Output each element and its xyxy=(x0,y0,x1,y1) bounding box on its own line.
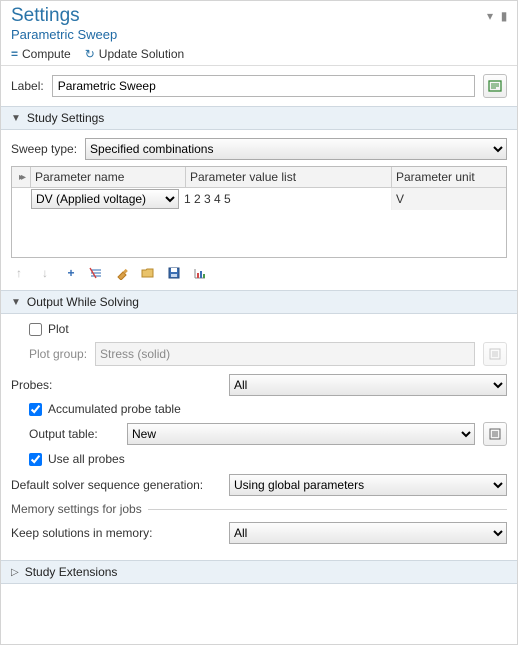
refresh-icon: ↻ xyxy=(85,47,95,61)
save-icon[interactable] xyxy=(167,266,183,280)
section-title-output: Output While Solving xyxy=(27,295,139,309)
plot-group-settings-button xyxy=(483,342,507,366)
memory-settings-header: Memory settings for jobs xyxy=(11,502,507,516)
parameter-table: ▸▸ Parameter name Parameter value list P… xyxy=(11,166,507,258)
panel-title-row: Settings ▾ ▮ xyxy=(1,1,517,27)
param-unit-cell[interactable]: V xyxy=(391,188,506,210)
settings-panel: Settings ▾ ▮ Parametric Sweep = Compute … xyxy=(0,0,518,645)
param-name-select[interactable]: DV (Applied voltage) xyxy=(31,189,179,209)
label-tag-button[interactable] xyxy=(483,74,507,98)
parameter-table-header: ▸▸ Parameter name Parameter value list P… xyxy=(12,167,506,188)
output-table-select[interactable]: New xyxy=(127,423,475,445)
use-all-probes-checkbox[interactable] xyxy=(29,453,42,466)
section-body-output: Plot Plot group: Stress (solid) Probes: … xyxy=(1,314,517,560)
table-select-all-icon[interactable]: ▸▸ xyxy=(12,167,31,187)
compute-button[interactable]: = Compute xyxy=(11,47,71,61)
panel-pin-icon[interactable]: ▮ xyxy=(499,9,509,23)
col-parameter-name[interactable]: Parameter name xyxy=(31,167,186,187)
section-header-output[interactable]: ▼ Output While Solving xyxy=(1,290,517,314)
section-title-extensions: Study Extensions xyxy=(25,565,118,579)
compute-icon: = xyxy=(11,47,18,61)
keep-solutions-label: Keep solutions in memory: xyxy=(11,526,221,540)
section-body-study: Sweep type: Specified combinations ▸▸ Pa… xyxy=(1,130,517,290)
output-table-label: Output table: xyxy=(29,427,119,441)
accumulated-probe-checkbox[interactable] xyxy=(29,403,42,416)
plot-group-select: Stress (solid) xyxy=(95,342,475,366)
tag-icon xyxy=(488,79,502,93)
sweep-type-select-wrap: Specified combinations xyxy=(85,138,507,160)
plot-label: Plot xyxy=(48,322,69,336)
clear-table-icon[interactable] xyxy=(115,266,131,280)
expand-icon: ▷ xyxy=(11,567,19,578)
label-label: Label: xyxy=(11,79,44,93)
memory-settings-label: Memory settings for jobs xyxy=(11,502,142,516)
col-parameter-values[interactable]: Parameter value list xyxy=(186,167,392,187)
sweep-type-select[interactable]: Specified combinations xyxy=(85,138,507,160)
section-header-extensions[interactable]: ▷ Study Extensions xyxy=(1,560,517,584)
section-header-study-settings[interactable]: ▼ Study Settings xyxy=(1,106,517,130)
panel-tools: ▾ ▮ xyxy=(485,9,509,23)
delete-row-icon[interactable] xyxy=(89,266,105,280)
label-input[interactable] xyxy=(52,75,475,97)
use-all-probes-label: Use all probes xyxy=(48,452,125,466)
keep-solutions-select[interactable]: All xyxy=(229,522,507,544)
collapse-icon: ▼ xyxy=(11,113,21,124)
probes-label: Probes: xyxy=(11,378,221,392)
move-up-icon: ↑ xyxy=(11,266,27,280)
default-solver-select[interactable]: Using global parameters xyxy=(229,474,507,496)
plot-group-label: Plot group: xyxy=(29,347,87,361)
probes-select[interactable]: All xyxy=(229,374,507,396)
collapse-icon: ▼ xyxy=(11,297,21,308)
plot-checkbox[interactable] xyxy=(29,323,42,336)
panel-menu-icon[interactable]: ▾ xyxy=(485,9,495,23)
move-down-icon: ↓ xyxy=(37,266,53,280)
col-parameter-unit[interactable]: Parameter unit xyxy=(392,167,506,187)
param-values-cell[interactable]: 1 2 3 4 5 xyxy=(180,188,391,210)
table-icon-toolbar: ↑ ↓ + xyxy=(11,258,507,280)
label-row: Label: xyxy=(1,66,517,106)
panel-subtitle: Parametric Sweep xyxy=(1,27,517,44)
update-solution-button[interactable]: ↻ Update Solution xyxy=(85,47,184,61)
settings-list-icon xyxy=(489,348,501,360)
output-table-settings-button[interactable] xyxy=(483,422,507,446)
panel-title: Settings xyxy=(11,5,485,27)
section-title-study: Study Settings xyxy=(27,111,104,125)
settings-list-icon xyxy=(489,428,501,440)
plot-preview-icon[interactable] xyxy=(193,266,209,280)
table-row: DV (Applied voltage) 1 2 3 4 5 V xyxy=(12,188,506,210)
accumulated-probe-label: Accumulated probe table xyxy=(48,402,181,416)
open-file-icon[interactable] xyxy=(141,266,157,280)
default-solver-label: Default solver sequence generation: xyxy=(11,478,221,492)
add-row-icon[interactable]: + xyxy=(63,266,79,280)
sweep-type-label: Sweep type: xyxy=(11,142,77,156)
action-toolbar: = Compute ↻ Update Solution xyxy=(1,44,517,66)
